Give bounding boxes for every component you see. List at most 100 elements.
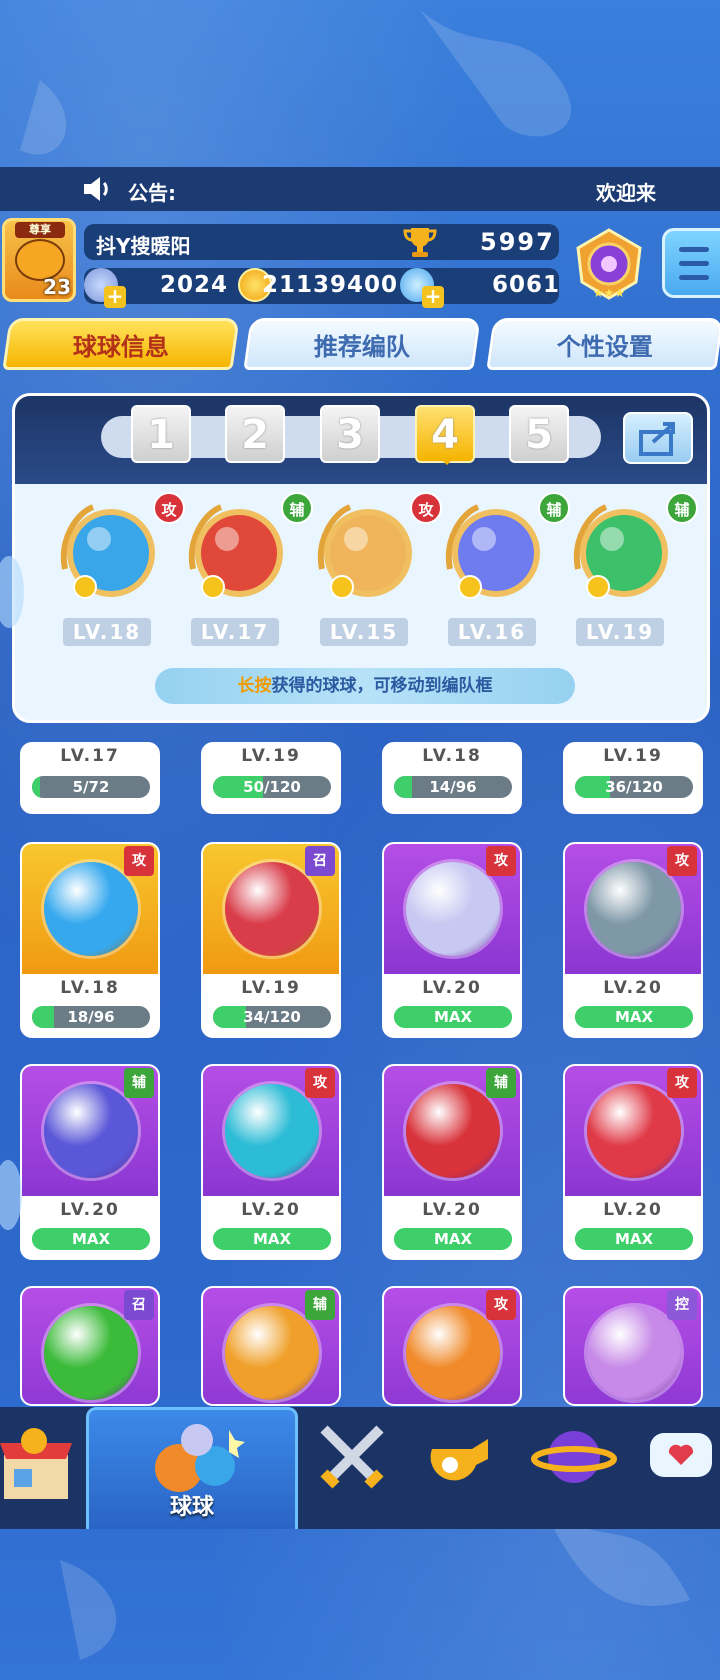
ball-level: LV.20 — [60, 1200, 120, 1220]
ball-card[interactable]: 攻 LV.18 18/96 — [20, 842, 160, 1038]
ball-card[interactable]: 辅 LV.20 MAX — [382, 1064, 522, 1260]
ball-icon — [587, 1084, 681, 1178]
hint-highlight: 长按 — [237, 676, 272, 696]
ball-icon — [573, 504, 668, 599]
role-badge: 攻 — [486, 1290, 516, 1320]
tab-personal-settings[interactable]: 个性设置 — [486, 318, 720, 370]
player-avatar[interactable]: 尊享 23 — [2, 218, 76, 302]
team-member-ball[interactable] — [438, 499, 548, 609]
rank-emblem-icon[interactable]: ★★★ — [570, 226, 648, 304]
nav-battle[interactable] — [310, 1407, 420, 1529]
ball-icon — [225, 1306, 319, 1400]
ball-card[interactable]: 攻 — [382, 1286, 522, 1406]
team-member-ball[interactable] — [310, 499, 420, 609]
ball-icon — [587, 1306, 681, 1400]
ball-card[interactable]: LV.19 36/120 — [563, 742, 703, 814]
role-badge: 攻 — [667, 846, 697, 876]
role-badge: 辅 — [124, 1068, 154, 1098]
ball-icon — [188, 504, 283, 599]
team-slot-3[interactable]: 3 — [320, 405, 380, 463]
ball-level: LV.20 — [603, 1200, 663, 1220]
ball-card[interactable]: 控 — [563, 1286, 703, 1406]
ball-level: LV.20 — [241, 1200, 301, 1220]
team-member-ball[interactable] — [53, 499, 163, 609]
role-badge: 辅 — [305, 1290, 335, 1320]
ball-level: LV.20 — [422, 1200, 482, 1220]
swords-icon — [320, 1425, 384, 1489]
team-slot-2[interactable]: 2 — [225, 405, 285, 463]
share-icon — [639, 422, 675, 456]
tab-recommended-team[interactable]: 推荐编队 — [243, 318, 481, 370]
shop-icon — [0, 1428, 72, 1499]
ball-icon — [406, 862, 500, 956]
tab-label: 球球信息 — [73, 332, 169, 361]
nav-planet[interactable] — [530, 1407, 640, 1529]
team-member-ball[interactable] — [566, 499, 676, 609]
ball-card[interactable]: 攻 LV.20 MAX — [563, 1064, 703, 1260]
progress-text: 34/120 — [243, 1008, 301, 1026]
add-icon[interactable]: + — [104, 286, 126, 308]
ball-card[interactable]: LV.18 14/96 — [382, 742, 522, 814]
avatar-tag: 尊享 — [15, 222, 65, 238]
ball-icon — [44, 1084, 138, 1178]
role-badge: 辅 — [486, 1068, 516, 1098]
team-member-level: LV.18 — [63, 618, 151, 646]
progress-text: 36/120 — [605, 778, 663, 796]
team-slot-5[interactable]: 5 — [509, 405, 569, 463]
progress-bar: 34/120 — [213, 1006, 331, 1028]
ball-card[interactable]: 辅 LV.20 MAX — [20, 1064, 160, 1260]
ball-icon — [225, 1084, 319, 1178]
ball-icon — [406, 1084, 500, 1178]
team-member-level: LV.16 — [448, 618, 536, 646]
team-slot-4[interactable]: 4 — [415, 405, 475, 465]
ball-level: LV.19 — [241, 746, 301, 766]
progress-text: MAX — [614, 1230, 654, 1248]
progress-bar: MAX — [213, 1228, 331, 1250]
drag-hint: 长按获得的球球，可移动到编队框 — [155, 668, 575, 704]
ball-icon — [445, 504, 540, 599]
player-level: 23 — [43, 275, 71, 299]
nav-chat[interactable] — [640, 1407, 720, 1529]
progress-text: MAX — [433, 1230, 473, 1248]
chat-icon — [650, 1433, 712, 1477]
add-gems-icon[interactable]: + — [422, 286, 444, 308]
progress-bar: MAX — [394, 1228, 512, 1250]
progress-bar: 14/96 — [394, 776, 512, 798]
ball-card[interactable]: 辅 — [201, 1286, 341, 1406]
tab-ball-info[interactable]: 球球信息 — [2, 318, 240, 370]
role-badge: 攻 — [124, 846, 154, 876]
menu-button[interactable] — [662, 228, 720, 298]
speaker-icon — [84, 177, 108, 201]
progress-bar: MAX — [394, 1006, 512, 1028]
ball-icon — [44, 1306, 138, 1400]
nav-balls[interactable]: 球球 — [86, 1407, 298, 1529]
ball-icon — [225, 862, 319, 956]
progress-bar: 36/120 — [575, 776, 693, 798]
progress-text: MAX — [433, 1008, 473, 1026]
menu-icon-line — [679, 261, 709, 266]
announcement-label: 公告: — [128, 181, 176, 205]
role-badge: 召 — [305, 846, 335, 876]
tab-label: 个性设置 — [557, 332, 653, 361]
progress-bar: 50/120 — [213, 776, 331, 798]
ball-icon — [587, 862, 681, 956]
progress-bar: 5/72 — [32, 776, 150, 798]
ball-card[interactable]: LV.19 50/120 — [201, 742, 341, 814]
team-member-level: LV.17 — [191, 618, 279, 646]
share-button[interactable] — [623, 412, 693, 464]
ball-card[interactable]: 攻 LV.20 MAX — [201, 1064, 341, 1260]
ball-card[interactable]: 攻 LV.20 MAX — [563, 842, 703, 1038]
ball-card[interactable]: LV.17 5/72 — [20, 742, 160, 814]
progress-bar: MAX — [32, 1228, 150, 1250]
team-member-level: LV.19 — [576, 618, 664, 646]
ball-level: LV.20 — [603, 978, 663, 998]
team-slot-1[interactable]: 1 — [131, 405, 191, 463]
ball-card[interactable]: 召 — [20, 1286, 160, 1406]
nav-coach[interactable] — [420, 1407, 530, 1529]
bottom-nav: 球球 — [0, 1407, 720, 1529]
ball-card[interactable]: 召 LV.19 34/120 — [201, 842, 341, 1038]
team-member-ball[interactable] — [181, 499, 291, 609]
player-name: 抖Y搜暖阳 — [96, 234, 191, 258]
ball-card[interactable]: 攻 LV.20 MAX — [382, 842, 522, 1038]
whistle-icon — [430, 1439, 488, 1481]
